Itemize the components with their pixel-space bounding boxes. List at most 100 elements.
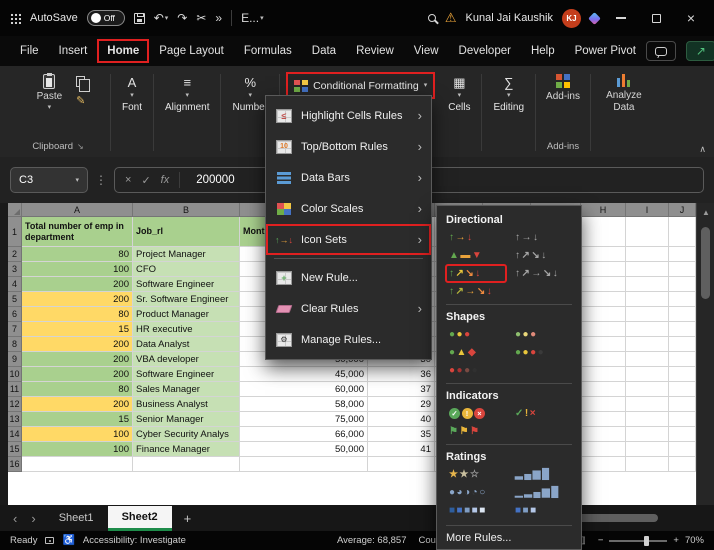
cell-j1[interactable]: [669, 217, 696, 247]
column-header-a[interactable]: A: [22, 203, 133, 217]
iconset-option[interactable]: ↑ → ↓: [446, 229, 506, 246]
cf-menu-item-data-bars[interactable]: Data Bars ›: [266, 162, 431, 193]
row-header-1[interactable]: 1: [8, 217, 22, 247]
quick-access-overflow-button[interactable]: »: [215, 12, 222, 24]
row-header-2[interactable]: 2: [8, 247, 22, 262]
document-name-menu[interactable]: E... ▾: [241, 12, 264, 24]
iconset-option[interactable]: ▲ ▬ ▼: [446, 247, 506, 264]
iconset-option[interactable]: ✓! ×: [446, 405, 506, 422]
cell-j11[interactable]: [669, 382, 696, 397]
app-launcher-icon[interactable]: [10, 12, 21, 24]
cell-b9[interactable]: VBA developer: [133, 352, 240, 367]
row-header-10[interactable]: 10: [8, 367, 22, 382]
sheet-tab-sheet1[interactable]: Sheet1: [45, 507, 108, 529]
paste-button[interactable]: Paste ▾: [31, 72, 69, 139]
iconset-option[interactable]: ↑ → ↓: [512, 229, 572, 246]
cell-h11[interactable]: [581, 382, 626, 397]
zoom-in-icon[interactable]: +: [673, 535, 679, 546]
iconset-option[interactable]: ● ● ● ●: [446, 362, 506, 379]
cell-d16[interactable]: [368, 457, 435, 472]
cell-a8[interactable]: 200: [22, 337, 133, 352]
prev-sheet-icon[interactable]: ‹: [8, 511, 22, 526]
zoom-knob[interactable]: [644, 535, 650, 546]
cell-j4[interactable]: [669, 277, 696, 292]
iconset-option[interactable]: ■ ■ ■ ■ ■: [446, 502, 506, 519]
column-header-h[interactable]: H: [581, 203, 626, 217]
cell-a12[interactable]: 200: [22, 397, 133, 412]
cell-j2[interactable]: [669, 247, 696, 262]
more-icon[interactable]: ⋮: [95, 173, 107, 187]
menu-tab-view[interactable]: View: [404, 39, 449, 63]
cell-j8[interactable]: [669, 337, 696, 352]
editing-group-button[interactable]: ∑ ▾ Editing: [484, 70, 533, 155]
cell-h16[interactable]: [581, 457, 626, 472]
autosave-toggle[interactable]: Off: [86, 10, 125, 26]
cell-h14[interactable]: [581, 427, 626, 442]
cell-j12[interactable]: [669, 397, 696, 412]
cell-b1[interactable]: Job_rl: [133, 217, 240, 247]
cell-b16[interactable]: [133, 457, 240, 472]
menu-tab-insert[interactable]: Insert: [49, 39, 98, 63]
iconset-option[interactable]: ✓! ×: [512, 405, 572, 422]
search-button[interactable]: [427, 14, 436, 22]
cell-b7[interactable]: HR executive: [133, 322, 240, 337]
cell-i2[interactable]: [626, 247, 669, 262]
maximize-button[interactable]: [643, 5, 669, 31]
redo-button[interactable]: ↷: [177, 12, 187, 24]
cell-b14[interactable]: Cyber Security Analys: [133, 427, 240, 442]
menu-tab-home[interactable]: Home: [97, 39, 150, 63]
cf-menu-item-color-scales[interactable]: Color Scales ›: [266, 193, 431, 224]
accessibility-status[interactable]: Accessibility: Investigate: [83, 535, 186, 546]
copy-icon[interactable]: [76, 76, 91, 92]
cell-d10[interactable]: 36: [368, 367, 435, 382]
cell-c12[interactable]: 58,000: [240, 397, 368, 412]
close-button[interactable]: ×: [678, 5, 704, 31]
cell-h6[interactable]: [581, 307, 626, 322]
row-header-5[interactable]: 5: [8, 292, 22, 307]
iconset-option[interactable]: ▂ ▄ ▆ █: [512, 466, 572, 483]
iconset-option[interactable]: ⚑ ⚑ ⚑: [446, 423, 506, 440]
cell-i15[interactable]: [626, 442, 669, 457]
cell-b4[interactable]: Software Engineer: [133, 277, 240, 292]
cell-b8[interactable]: Data Analyst: [133, 337, 240, 352]
cell-j10[interactable]: [669, 367, 696, 382]
cancel-icon[interactable]: ×: [125, 174, 131, 186]
row-header-16[interactable]: 16: [8, 457, 22, 472]
row-header-4[interactable]: 4: [8, 277, 22, 292]
row-header-3[interactable]: 3: [8, 262, 22, 277]
cell-h9[interactable]: [581, 352, 626, 367]
row-header-13[interactable]: 13: [8, 412, 22, 427]
cell-a10[interactable]: 200: [22, 367, 133, 382]
warning-icon[interactable]: ⚠: [445, 10, 457, 26]
next-sheet-icon[interactable]: ›: [26, 511, 40, 526]
status-average[interactable]: Average: 68,857: [337, 535, 407, 546]
cf-menu-item-new-rule[interactable]: + New Rule...: [266, 262, 431, 293]
cf-menu-item-manage-rules[interactable]: ⚙ Manage Rules...: [266, 324, 431, 355]
cell-i3[interactable]: [626, 262, 669, 277]
cf-menu-item-highlight-cells-rules[interactable]: ≤ Highlight Cells Rules ›: [266, 100, 431, 131]
cell-c14[interactable]: 66,000: [240, 427, 368, 442]
iconset-option[interactable]: ● ● ●: [512, 326, 572, 343]
cell-i4[interactable]: [626, 277, 669, 292]
macro-record-icon[interactable]: [45, 537, 55, 544]
cell-d14[interactable]: 35: [368, 427, 435, 442]
cell-h8[interactable]: [581, 337, 626, 352]
cell-c10[interactable]: 45,000: [240, 367, 368, 382]
alignment-group-button[interactable]: ≡ ▾ Alignment: [156, 70, 218, 155]
cell-a16[interactable]: [22, 457, 133, 472]
cell-i11[interactable]: [626, 382, 669, 397]
cell-b11[interactable]: Sales Manager: [133, 382, 240, 397]
cell-a3[interactable]: 100: [22, 262, 133, 277]
menu-tab-power-pivot[interactable]: Power Pivot: [565, 39, 646, 63]
cell-j16[interactable]: [669, 457, 696, 472]
copilot-icon[interactable]: [588, 11, 601, 25]
iconset-option[interactable]: ● ● ● ●: [512, 344, 572, 361]
vertical-scroll-thumb[interactable]: [701, 227, 710, 299]
account-name[interactable]: Kunal Jai Kaushik: [466, 12, 553, 24]
column-header-j[interactable]: J: [669, 203, 696, 217]
menu-tab-developer[interactable]: Developer: [449, 39, 521, 63]
cell-c15[interactable]: 50,000: [240, 442, 368, 457]
zoom-level[interactable]: 70%: [685, 535, 704, 546]
cf-menu-item-clear-rules[interactable]: Clear Rules ›: [266, 293, 431, 324]
cell-h10[interactable]: [581, 367, 626, 382]
